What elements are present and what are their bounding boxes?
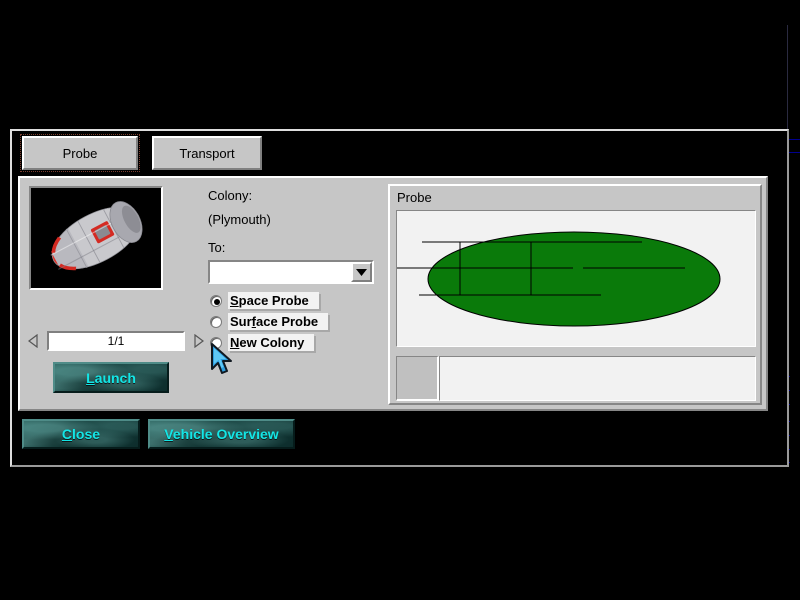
colony-value: (Plymouth) — [208, 212, 271, 227]
screen-root: Probe Transport — [0, 0, 800, 600]
probe-schematic-frame[interactable] — [396, 210, 756, 347]
radio-label-surface-probe: Surface Probe — [228, 313, 328, 330]
launch-button[interactable]: Launch — [53, 362, 169, 393]
tab-transport[interactable]: Transport — [152, 136, 262, 170]
radio-space-suffix: pace Probe — [239, 293, 309, 308]
overview-accel-key: V — [164, 426, 173, 442]
probe-groupbox: Probe — [388, 184, 762, 405]
radio-label-space-probe: Space Probe — [228, 292, 319, 309]
tab-transport-label: Transport — [179, 146, 234, 161]
triangle-left-icon — [28, 334, 40, 348]
destination-combobox-arrow[interactable] — [351, 262, 372, 282]
vehicle-thumbnail[interactable] — [29, 186, 163, 290]
radio-dot-space-probe[interactable] — [210, 295, 222, 307]
overview-label-suffix: ehicle Overview — [173, 426, 279, 442]
triangle-right-icon — [192, 334, 204, 348]
probe-hull-ellipse — [428, 232, 720, 326]
spinner-value-field[interactable]: 1/1 — [47, 331, 185, 351]
radio-label-new-colony: New Colony — [228, 334, 314, 351]
probe-dialog-window: Probe Transport — [10, 129, 789, 467]
tab-probe-label: Probe — [63, 146, 98, 161]
radio-surface-probe[interactable]: Surface Probe — [210, 312, 328, 331]
probe-content-panel: 1/1 Launch Colony: (Plymouth) To: — [18, 176, 768, 411]
probe-status-icon[interactable] — [396, 356, 439, 401]
destination-combobox-value — [210, 262, 351, 282]
vehicle-overview-button-label: Vehicle Overview — [164, 426, 278, 442]
close-button[interactable]: Close — [22, 419, 140, 449]
radio-new-colony[interactable]: New Colony — [210, 333, 328, 352]
radio-colony-accel: N — [230, 335, 239, 350]
spinner-value: 1/1 — [108, 334, 125, 348]
spinner-next-button[interactable] — [190, 331, 206, 351]
radio-colony-suffix: ew Colony — [239, 335, 304, 350]
radio-dot-surface-probe[interactable] — [210, 316, 222, 328]
radio-dot-new-colony[interactable] — [210, 337, 222, 349]
launch-label-suffix: aunch — [95, 370, 136, 386]
chevron-down-icon — [356, 269, 367, 276]
close-accel-key: C — [62, 426, 72, 442]
destination-combobox[interactable] — [208, 260, 374, 284]
spinner-prev-button[interactable] — [26, 331, 42, 351]
probe-capsule-illustration — [31, 188, 161, 288]
radio-surface-suffix: ace Probe — [256, 314, 318, 329]
launch-button-label: Launch — [86, 370, 136, 386]
page-spinner: 1/1 — [26, 330, 206, 352]
radio-space-probe[interactable]: Space Probe — [210, 291, 328, 310]
probe-groupbox-title: Probe — [397, 190, 432, 205]
probe-schematic — [397, 211, 755, 346]
probe-status-text — [439, 356, 756, 401]
radio-surface-prefix: Sur — [230, 314, 252, 329]
probe-status-row — [396, 356, 756, 401]
colony-label: Colony: — [208, 188, 252, 203]
destination-label: To: — [208, 240, 225, 255]
close-label-suffix: lose — [72, 426, 100, 442]
radio-space-accel: S — [230, 293, 239, 308]
vehicle-overview-button[interactable]: Vehicle Overview — [148, 419, 295, 449]
launch-accel-key: L — [86, 370, 95, 386]
mission-type-radio-group: Space Probe Surface Probe New Colony — [210, 291, 328, 354]
close-button-label: Close — [62, 426, 100, 442]
tab-probe[interactable]: Probe — [22, 136, 138, 170]
